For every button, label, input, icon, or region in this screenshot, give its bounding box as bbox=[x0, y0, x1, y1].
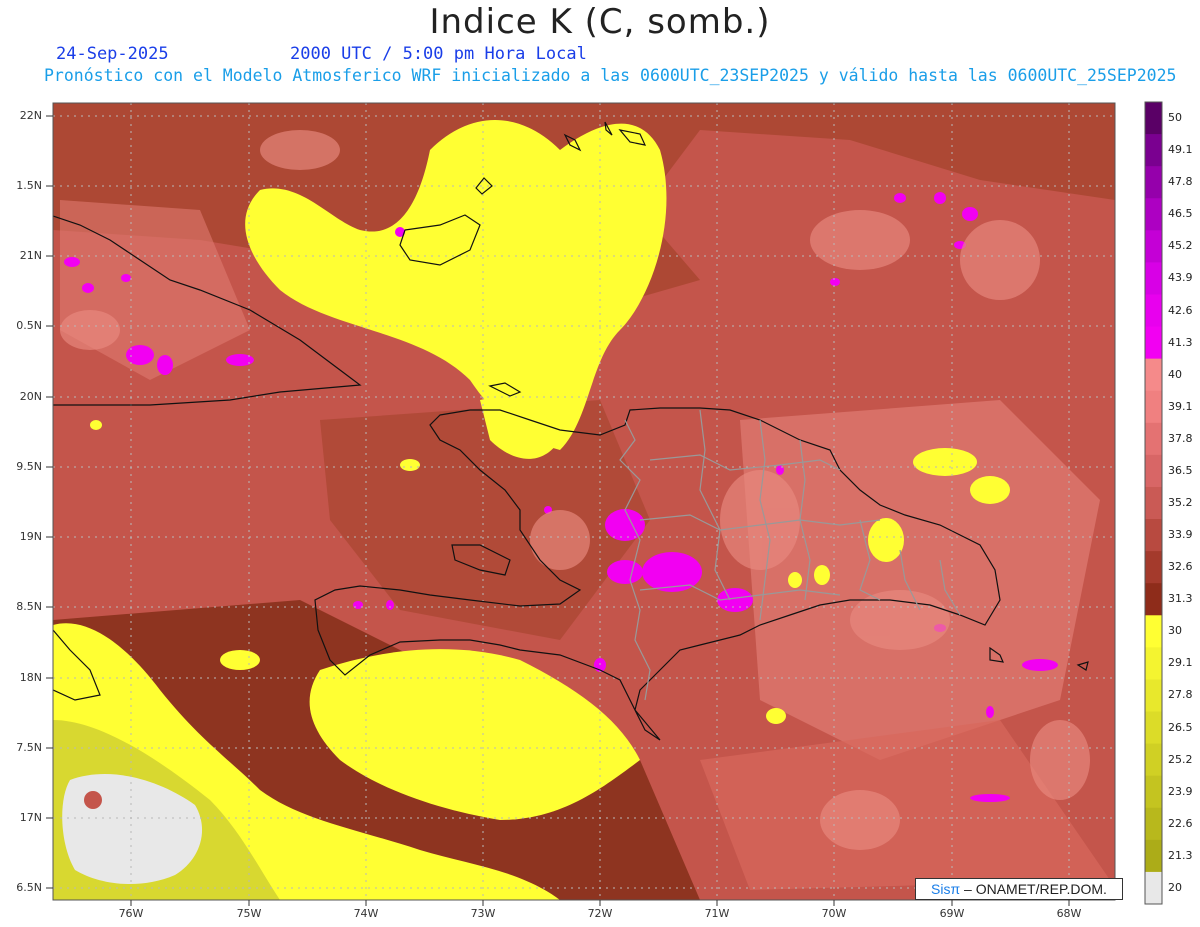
colorbar-label: 42.6 bbox=[1168, 303, 1193, 317]
lat-label-17n: 17N bbox=[19, 811, 42, 824]
colorbar-swatch bbox=[1145, 519, 1162, 552]
lat-label-19n: 19N bbox=[19, 530, 42, 543]
lon-label-75w: 75W bbox=[236, 907, 262, 920]
colorbar-swatch bbox=[1145, 679, 1162, 713]
colorbar-label: 46.5 bbox=[1168, 207, 1193, 221]
yellow-patch-east-2 bbox=[970, 476, 1010, 504]
colorbar-swatch bbox=[1145, 775, 1162, 809]
lat-label-22n: 22N bbox=[19, 109, 42, 122]
colorbar-label: 43.9 bbox=[1168, 271, 1193, 285]
high-red-dot bbox=[84, 791, 102, 809]
lon-label-74w: 74W bbox=[353, 907, 379, 920]
colorbar-label: 47.8 bbox=[1168, 175, 1193, 189]
colorbar-label: 36.5 bbox=[1168, 463, 1193, 477]
lat-label-21n: 21N bbox=[19, 249, 42, 262]
colorbar-label: 41.3 bbox=[1168, 335, 1193, 349]
lat-label-18-5n: 8.5N bbox=[16, 600, 42, 613]
colorbar-swatch bbox=[1145, 711, 1162, 745]
colorbar-swatch bbox=[1145, 807, 1162, 841]
colorbar-label: 22.6 bbox=[1168, 816, 1193, 830]
lon-label-69w: 69W bbox=[939, 907, 965, 920]
colorbar-label: 50 bbox=[1168, 111, 1182, 125]
yellow-patch-4 bbox=[766, 708, 786, 724]
colorbar-label: 23.9 bbox=[1168, 784, 1193, 798]
yellow-patch-7 bbox=[220, 650, 260, 670]
lat-ticks bbox=[46, 115, 53, 889]
colorbar-swatch bbox=[1145, 102, 1162, 135]
colorbar-swatch bbox=[1145, 230, 1162, 263]
colorbar-swatch bbox=[1145, 743, 1162, 777]
lon-label-73w: 73W bbox=[470, 907, 496, 920]
yellow-patch-9 bbox=[400, 459, 420, 471]
colorbar-swatch bbox=[1145, 454, 1162, 488]
colorbar-label: 31.3 bbox=[1168, 592, 1193, 606]
yellow-patch-6 bbox=[788, 572, 802, 588]
lat-label-19-5n: 9.5N bbox=[16, 460, 42, 473]
colorbar-swatch bbox=[1145, 583, 1162, 616]
colorbar-label: 30 bbox=[1168, 624, 1182, 638]
credit-sis-logo: Sisπ bbox=[931, 881, 961, 897]
colorbar-swatch bbox=[1145, 551, 1162, 584]
lon-label-68w: 68W bbox=[1056, 907, 1082, 920]
colorbar bbox=[1144, 101, 1163, 905]
colorbar-label: 26.5 bbox=[1168, 720, 1193, 734]
lat-label-16-5n: 6.5N bbox=[16, 881, 42, 894]
credit-box: Sisπ – ONAMET/REP.DOM. bbox=[915, 878, 1123, 900]
colorbar-swatch bbox=[1145, 390, 1162, 424]
lat-label-20n: 20N bbox=[19, 390, 42, 403]
colorbar-label: 49.1 bbox=[1168, 143, 1193, 157]
colorbar-label: 29.1 bbox=[1168, 656, 1193, 670]
colorbar-swatch bbox=[1145, 358, 1162, 392]
colorbar-label: 20 bbox=[1168, 880, 1182, 894]
lon-ticks bbox=[130, 900, 1070, 906]
colorbar-swatch bbox=[1145, 166, 1162, 199]
yellow-patch-east-3 bbox=[868, 518, 904, 562]
yellow-patch-5 bbox=[814, 565, 830, 585]
k-index-map bbox=[46, 101, 1163, 906]
yellow-patch-8 bbox=[90, 420, 102, 430]
colorbar-swatch bbox=[1145, 839, 1162, 873]
lon-label-70w: 70W bbox=[821, 907, 847, 920]
lat-label-18n: 18N bbox=[19, 671, 42, 684]
colorbar-label: 25.2 bbox=[1168, 752, 1193, 766]
colorbar-label: 45.2 bbox=[1168, 239, 1193, 253]
colorbar-label: 40 bbox=[1168, 367, 1182, 381]
colorbar-label: 37.8 bbox=[1168, 431, 1193, 445]
colorbar-swatch bbox=[1145, 615, 1162, 648]
lon-label-72w: 72W bbox=[587, 907, 613, 920]
lat-label-17-5n: 7.5N bbox=[16, 741, 42, 754]
colorbar-label: 21.3 bbox=[1168, 848, 1193, 862]
lat-label-20-5n: 0.5N bbox=[16, 319, 42, 332]
credit-text: – ONAMET/REP.DOM. bbox=[960, 881, 1107, 897]
colorbar-swatch bbox=[1145, 262, 1162, 295]
colorbar-swatch bbox=[1145, 871, 1162, 905]
lon-label-76w: 76W bbox=[118, 907, 144, 920]
map-field bbox=[53, 103, 1115, 900]
colorbar-label: 35.2 bbox=[1168, 496, 1193, 509]
lon-label-71w: 71W bbox=[704, 907, 730, 920]
lat-label-21-5n: 1.5N bbox=[16, 179, 42, 192]
colorbar-label: 39.1 bbox=[1168, 399, 1193, 413]
colorbar-swatch bbox=[1145, 486, 1162, 520]
colorbar-label: 33.9 bbox=[1168, 528, 1193, 542]
colorbar-label: 27.8 bbox=[1168, 688, 1193, 702]
colorbar-swatch bbox=[1145, 422, 1162, 456]
yellow-patch-east-1 bbox=[913, 448, 977, 476]
colorbar-swatch bbox=[1145, 294, 1162, 328]
colorbar-swatch bbox=[1145, 647, 1162, 680]
colorbar-swatch bbox=[1145, 326, 1162, 360]
colorbar-swatch bbox=[1145, 134, 1162, 167]
colorbar-label: 32.6 bbox=[1168, 560, 1193, 574]
colorbar-swatch bbox=[1145, 198, 1162, 231]
